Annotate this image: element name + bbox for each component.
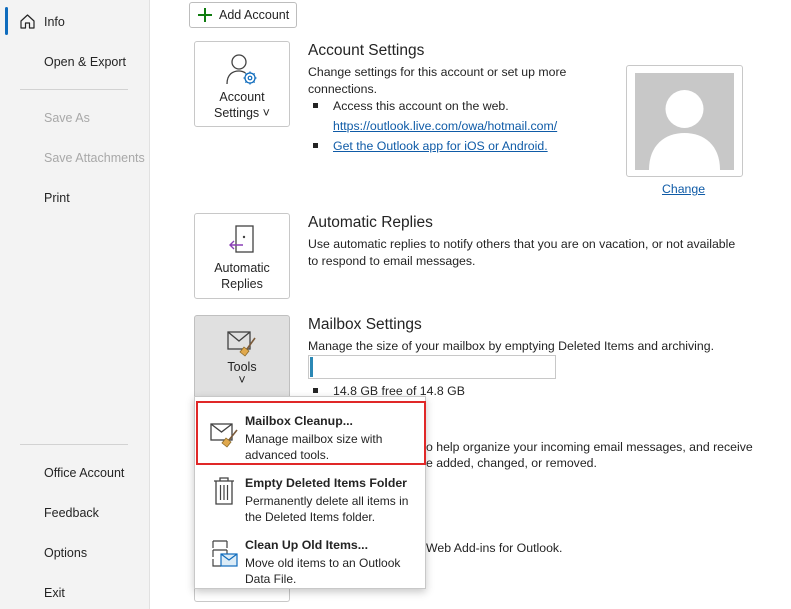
add-account-label: Add Account <box>219 8 290 22</box>
sidebar-item-save-attachments: Save Attachments <box>0 143 148 173</box>
change-photo-link[interactable]: Change <box>662 181 705 198</box>
chevron-down-icon: ˅ <box>238 373 246 387</box>
automatic-replies-title: Automatic Replies <box>308 214 433 231</box>
bullet <box>313 103 318 108</box>
sidebar-item-label: Print <box>44 191 70 205</box>
sidebar-divider <box>20 89 128 90</box>
menu-item-mailbox-cleanup[interactable]: Mailbox Cleanup... Manage mailbox size w… <box>195 402 425 464</box>
menu-item-description: Manage mailbox size with advanced tools. <box>245 432 383 462</box>
person-silhouette-icon <box>649 90 720 170</box>
sidebar-item-label: Feedback <box>44 506 99 520</box>
archive-icon <box>212 540 238 567</box>
automatic-replies-tile-label: Automatic <box>214 261 270 275</box>
account-settings-title: Account Settings <box>308 42 425 59</box>
trash-icon <box>214 477 234 505</box>
mailbox-settings-description: Manage the size of your mailbox by empty… <box>308 339 715 353</box>
sidebar-item-info[interactable]: Info <box>0 7 148 37</box>
plus-icon <box>198 8 212 22</box>
avatar <box>635 73 734 170</box>
sidebar-item-print[interactable]: Print <box>0 183 148 213</box>
sidebar-item-label: Save Attachments <box>44 151 145 165</box>
account-settings-tile-label: Account <box>219 90 265 104</box>
automatic-replies-description: Use automatic replies to notify others t… <box>308 237 736 268</box>
sidebar-item-label: Save As <box>44 111 90 125</box>
sidebar-item-label: Info <box>44 15 65 29</box>
addins-tile-edge <box>194 587 290 602</box>
sidebar-divider <box>20 444 128 445</box>
sidebar-item-label: Open & Export <box>44 55 126 69</box>
mailbox-tools-icon <box>227 331 256 357</box>
addins-description-partial: Web Add-ins for Outlook. <box>426 541 563 555</box>
menu-item-description: Move old items to an Outlook Data File. <box>245 556 401 586</box>
sidebar-item-label: Office Account <box>44 466 125 480</box>
mailbox-cleanup-icon <box>210 423 238 448</box>
menu-item-clean-up-old-items[interactable]: Clean Up Old Items... Move old items to … <box>195 526 425 588</box>
automatic-replies-icon <box>229 225 254 253</box>
account-web-access-text: Access this account on the web. <box>333 99 509 113</box>
menu-item-title: Empty Deleted Items Folder <box>245 476 407 490</box>
account-settings-button[interactable]: Account Settings ˅ <box>194 41 290 127</box>
account-settings-description: Change settings for this account or set … <box>308 65 567 96</box>
profile-photo-frame <box>626 65 743 177</box>
menu-item-description: Permanently delete all items in the Dele… <box>245 494 409 524</box>
menu-item-empty-deleted-items[interactable]: Empty Deleted Items Folder Permanently d… <box>195 464 425 526</box>
tools-button[interactable]: Tools ˅ <box>194 315 290 399</box>
bullet <box>313 388 318 393</box>
sidebar-item-open-export[interactable]: Open & Export <box>0 47 148 77</box>
rules-description-partial-2: e added, changed, or removed. <box>426 456 597 470</box>
sidebar-item-exit[interactable]: Exit <box>0 578 148 608</box>
backstage-sidebar: Info Open & Export Save As Save Attachme… <box>0 0 150 609</box>
account-settings-tile-label2: Settings ˅ <box>214 106 270 120</box>
outlook-web-link[interactable]: https://outlook.live.com/owa/hotmail.com… <box>333 118 557 135</box>
tools-dropdown-menu: Mailbox Cleanup... Manage mailbox size w… <box>194 396 426 589</box>
add-account-button[interactable]: Add Account <box>189 2 297 28</box>
account-settings-icon <box>226 54 257 85</box>
sidebar-item-office-account[interactable]: Office Account <box>0 458 148 488</box>
mailbox-settings-title: Mailbox Settings <box>308 316 422 333</box>
outlook-mobile-app-link[interactable]: Get the Outlook app for iOS or Android. <box>333 138 548 155</box>
automatic-replies-button[interactable]: Automatic Replies <box>194 213 290 299</box>
sidebar-item-save-as: Save As <box>0 103 148 133</box>
sidebar-item-label: Options <box>44 546 88 560</box>
sidebar-item-options[interactable]: Options <box>0 538 148 568</box>
mailbox-quota-bar <box>308 355 556 379</box>
bullet <box>313 143 318 148</box>
menu-item-title: Mailbox Cleanup... <box>245 414 353 428</box>
mailbox-quota-fill <box>310 357 313 377</box>
automatic-replies-tile-label2: Replies <box>221 277 263 291</box>
menu-item-title: Clean Up Old Items... <box>245 538 368 552</box>
sidebar-item-feedback[interactable]: Feedback <box>0 498 148 528</box>
rules-description-partial: o help organize your incoming email mess… <box>426 440 753 454</box>
sidebar-item-label: Exit <box>44 586 65 600</box>
